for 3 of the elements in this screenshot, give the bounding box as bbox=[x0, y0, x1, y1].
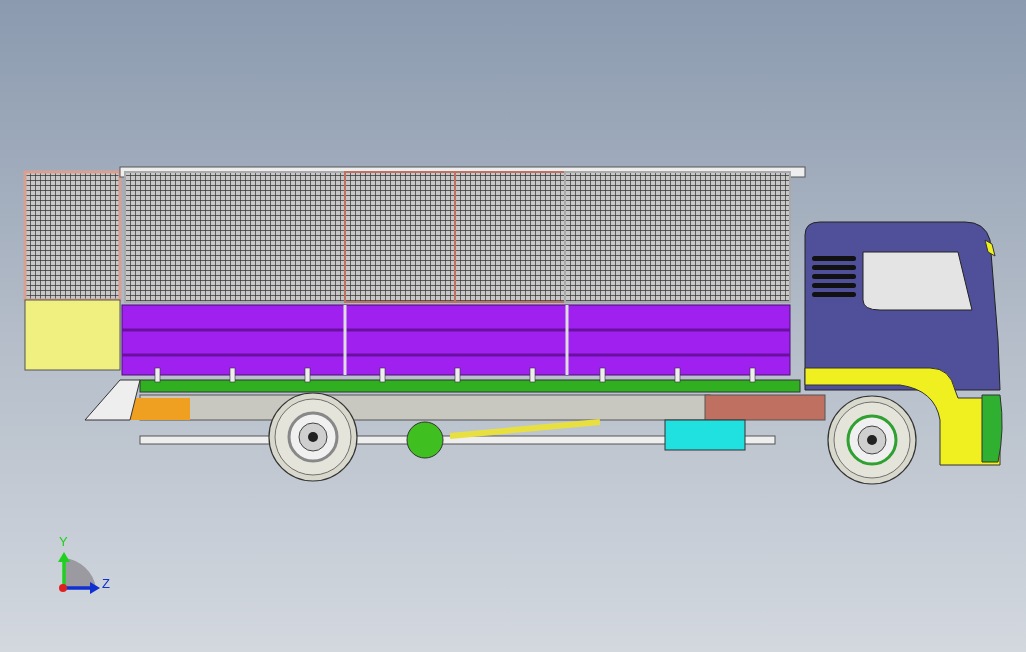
axis-triad-icon bbox=[58, 552, 100, 594]
z-axis-label: Z bbox=[102, 576, 110, 591]
y-axis-label: Y bbox=[59, 534, 68, 549]
